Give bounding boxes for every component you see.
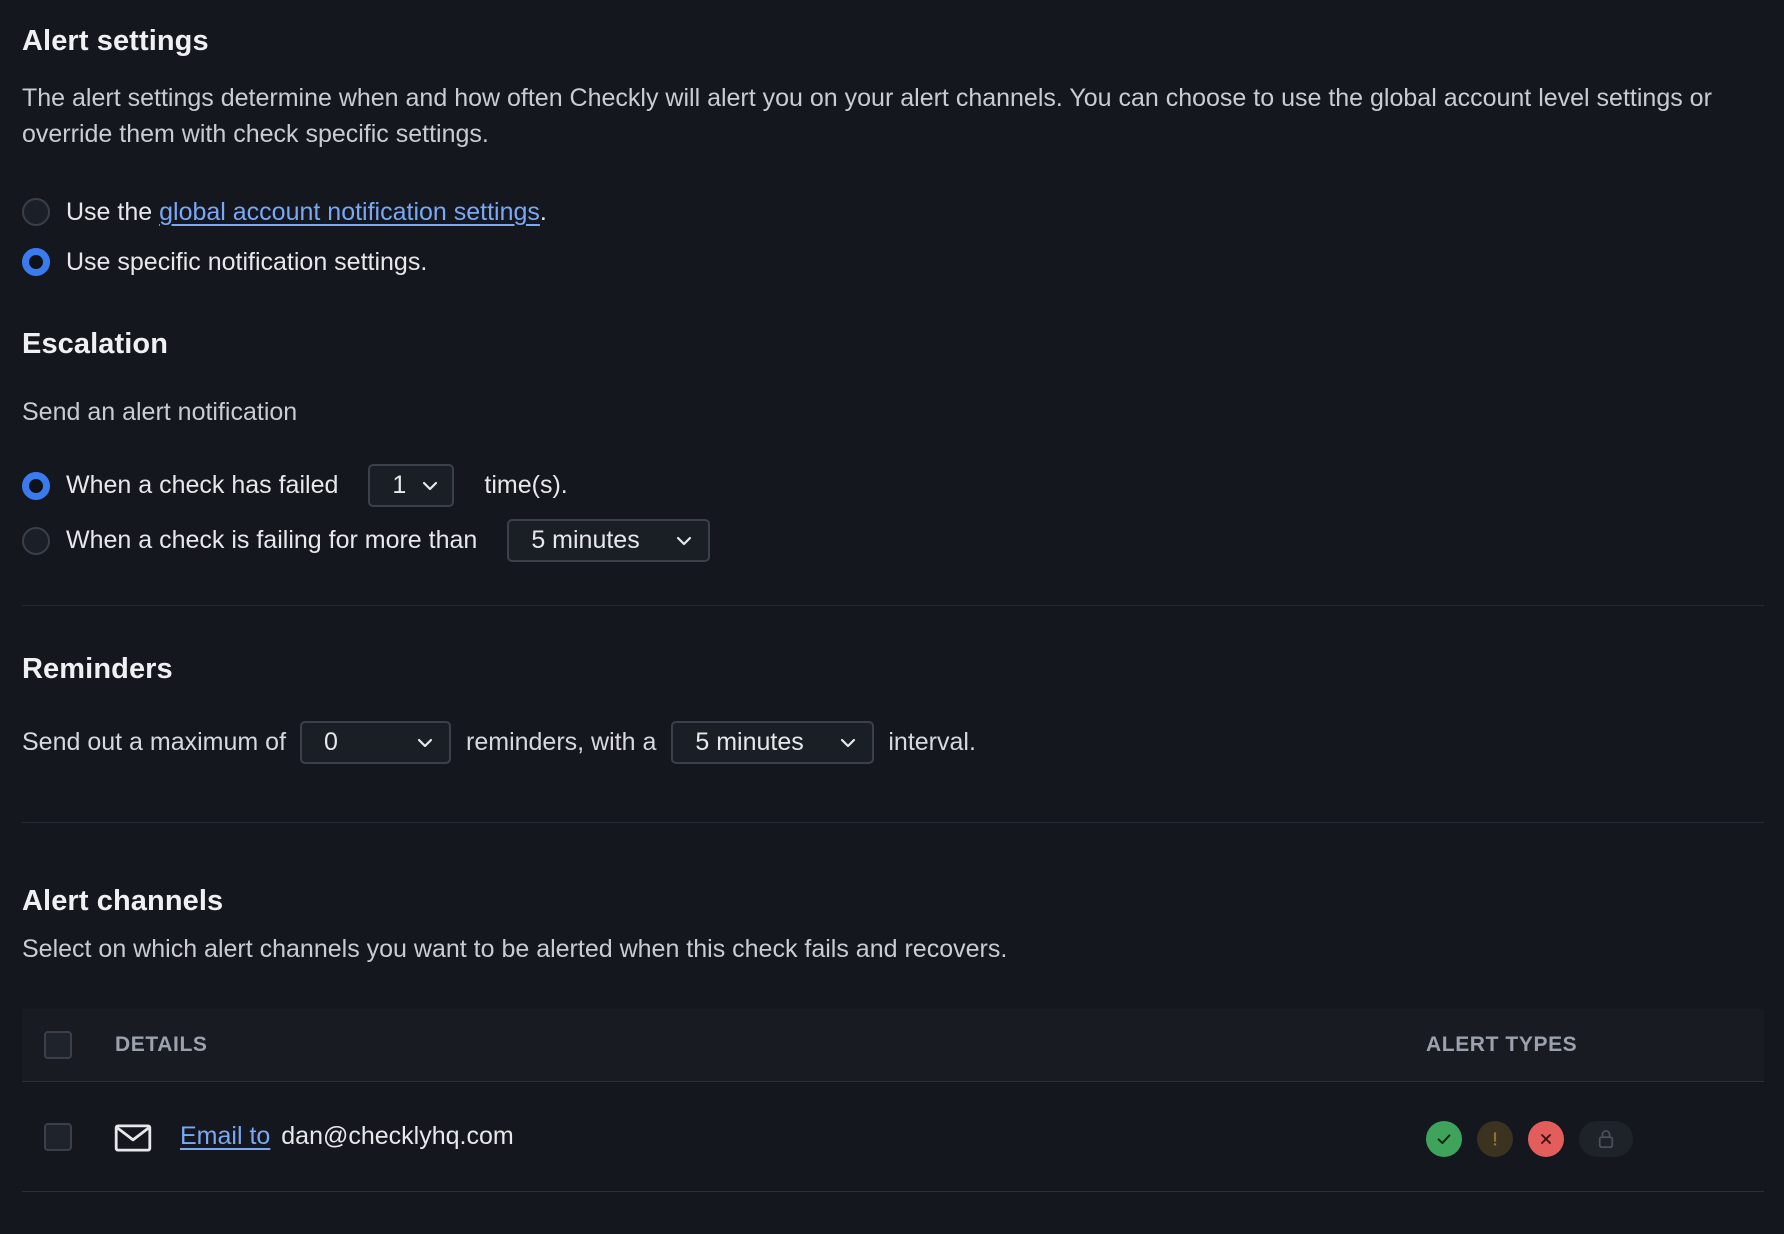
channel-details: Email to dan@checklyhq.com: [180, 1082, 514, 1191]
exclamation-icon: [1493, 1132, 1497, 1146]
radio-option-specific[interactable]: Use specific notification settings.: [22, 242, 427, 282]
reminders-prefix: Send out a maximum of: [22, 728, 287, 756]
failing-duration-select[interactable]: 5 minutes: [507, 519, 711, 562]
failed-count-value: 1: [392, 471, 407, 499]
envelope-icon: [114, 1124, 152, 1152]
alert-channels-table: DETAILS ALERT TYPES Email to dan@checkly…: [22, 1009, 1764, 1192]
radio-failing[interactable]: [22, 526, 50, 555]
radio-failed[interactable]: [22, 471, 50, 500]
chevron-down-icon: [417, 738, 433, 747]
column-header-alert-types: ALERT TYPES: [1426, 1033, 1578, 1056]
failure-x-icon[interactable]: [1528, 1121, 1564, 1157]
check-icon: [1437, 1134, 1451, 1145]
alert-settings-description: The alert settings determine when and ho…: [22, 84, 1712, 148]
row-checkbox[interactable]: [44, 1123, 72, 1151]
option-failing-label: When a check is failing for more than: [66, 526, 478, 554]
option-specific-label: Use specific notification settings.: [66, 247, 428, 276]
table-header: DETAILS ALERT TYPES: [22, 1009, 1764, 1082]
reminders-count-select[interactable]: 0: [300, 721, 452, 764]
section-divider: [22, 822, 1764, 823]
close-icon: [1541, 1134, 1551, 1144]
failed-count-select[interactable]: 1: [368, 464, 455, 507]
ssl-lock-icon[interactable]: [1579, 1121, 1633, 1157]
option-global-suffix: .: [539, 197, 547, 226]
email-channel-link[interactable]: Email to: [180, 1122, 270, 1150]
degraded-exclamation-icon[interactable]: [1477, 1121, 1513, 1157]
global-settings-link[interactable]: global account notification settings: [159, 198, 540, 227]
select-all-checkbox[interactable]: [44, 1031, 72, 1059]
radio-option-global[interactable]: Use the global account notification sett…: [22, 192, 547, 232]
reminders-interval-select[interactable]: 5 minutes: [671, 721, 875, 764]
escalation-subtitle: Send an alert notification: [22, 398, 298, 426]
reminders-suffix: interval.: [888, 728, 976, 756]
chevron-down-icon: [841, 738, 856, 747]
table-row: Email to dan@checklyhq.com: [22, 1082, 1764, 1192]
chevron-down-icon: [423, 481, 438, 490]
section-divider: [22, 605, 1764, 606]
reminders-interval-value: 5 minutes: [695, 728, 804, 756]
chevron-down-icon: [677, 536, 692, 545]
alert-channels-title: Alert channels: [22, 885, 224, 917]
escalation-title: Escalation: [22, 328, 169, 360]
alert-settings-title: Alert settings: [22, 25, 209, 57]
failing-duration-value: 5 minutes: [531, 526, 640, 554]
reminders-count-value: 0: [324, 728, 338, 756]
column-header-details: DETAILS: [115, 1033, 208, 1056]
option-failed-label: When a check has failed: [66, 471, 339, 499]
radio-option-failed[interactable]: When a check has failed 1 time(s).: [22, 463, 568, 508]
reminders-title: Reminders: [22, 653, 173, 685]
reminders-row: Send out a maximum of 0 reminders, with …: [22, 721, 976, 764]
recovery-check-icon[interactable]: [1426, 1121, 1462, 1157]
alert-channels-description: Select on which alert channels you want …: [22, 935, 1008, 963]
option-global-prefix: Use the: [66, 197, 160, 226]
failed-suffix: time(s).: [484, 471, 568, 499]
reminders-middle: reminders, with a: [466, 728, 657, 756]
lock-icon: [1598, 1130, 1614, 1148]
radio-global[interactable]: [22, 198, 50, 226]
radio-option-failing[interactable]: When a check is failing for more than 5 …: [22, 518, 711, 563]
radio-specific[interactable]: [22, 248, 50, 276]
email-target: dan@checklyhq.com: [281, 1122, 514, 1150]
